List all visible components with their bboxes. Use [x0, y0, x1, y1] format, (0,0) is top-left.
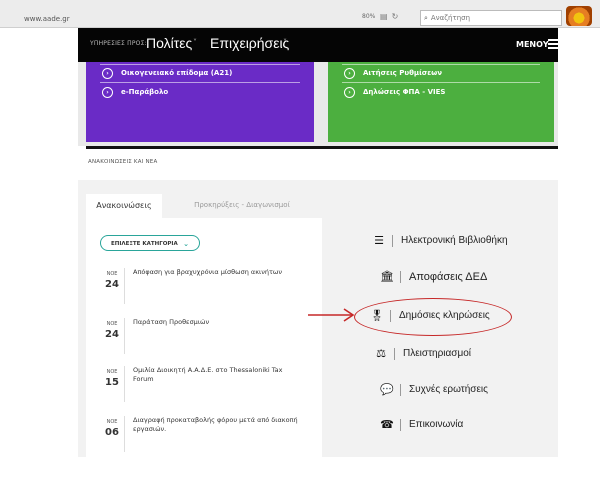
phone-icon: ☎	[380, 418, 394, 431]
browser-search-field[interactable]: ⌕ Αναζήτηση	[420, 10, 562, 26]
tab-announcements[interactable]: Ανακοινώσεις	[86, 194, 162, 218]
link-divider	[394, 347, 395, 360]
arrow-right-icon	[308, 308, 355, 322]
date-separator	[124, 318, 125, 354]
date-badge: ΝΟΕ 24	[100, 268, 124, 304]
date-month: ΝΟΕ	[106, 369, 118, 375]
address-bar[interactable]: www.aade.gr	[22, 13, 352, 25]
hamburger-menu-icon[interactable]	[548, 39, 558, 49]
highlight-ellipse	[354, 298, 512, 336]
date-month: ΝΟΕ	[106, 321, 118, 327]
toolbar-icons: ▤↻	[380, 12, 402, 21]
section-divider	[86, 146, 558, 149]
category-button-label: ΕΠΙΛΕΞΤΕ ΚΑΤΗΓΟΡΙΑ	[111, 241, 178, 247]
date-day: 15	[105, 377, 119, 388]
tile-link-label: e-Παράβολο	[121, 88, 169, 96]
chevron-right-icon: ›	[344, 67, 355, 79]
business-services-tile: › Αιτήσεις Ρυθμίσεων › Δηλώσεις ΦΠΑ - VI…	[328, 62, 554, 142]
quick-link-e-library[interactable]: ☰ Ηλεκτρονική Βιβλιοθήκη	[372, 234, 508, 247]
date-separator	[124, 268, 125, 304]
date-badge: ΝΟΕ 24	[100, 318, 124, 354]
reader-icon[interactable]: ▤	[380, 12, 392, 21]
tab-tenders[interactable]: Προκηρύξεις - Διαγωνισμοί	[164, 194, 320, 216]
address-url: www.aade.gr	[24, 15, 70, 23]
chevron-right-icon: ›	[102, 86, 113, 98]
quick-link-ded-decisions[interactable]: 🏛 Αποφάσεις ΔΕΔ	[380, 270, 487, 283]
date-separator	[124, 366, 125, 402]
list-item[interactable]: ΝΟΕ 24 Απόφαση για βραχυχρόνια μίσθωση α…	[100, 268, 300, 304]
gavel-icon: ⚖	[376, 347, 386, 360]
reload-icon[interactable]: ↻	[392, 12, 403, 21]
nav-business[interactable]: Επιχειρήσεις	[210, 35, 289, 51]
link-divider	[400, 270, 401, 283]
chevron-down-icon[interactable]: ˅	[193, 38, 197, 47]
quick-link-label: Ηλεκτρονική Βιβλιοθήκη	[401, 235, 508, 246]
select-category-button[interactable]: ΕΠΙΛΕΞΤΕ ΚΑΤΗΓΟΡΙΑ ⌄	[100, 235, 200, 251]
quick-link-label: Συχνές ερωτήσεις	[409, 384, 488, 395]
date-day: 24	[105, 279, 119, 290]
announcement-title[interactable]: Διαγραφή προκαταβολής φόρου μετά από δια…	[133, 416, 303, 434]
date-separator	[124, 416, 125, 452]
quick-link-contact[interactable]: ☎ Επικοινωνία	[380, 418, 463, 431]
date-month: ΝΟΕ	[106, 419, 118, 425]
announcement-title[interactable]: Παράταση Προθεσμιών	[133, 318, 303, 327]
browser-extension-icon[interactable]	[566, 6, 592, 26]
menu-label[interactable]: ΜΕΝΟΥ	[516, 40, 549, 49]
tile-link-vat-vies[interactable]: › Δηλώσεις ΦΠΑ - VIES	[344, 84, 445, 100]
tile-link-label: Αιτήσεις Ρυθμίσεων	[363, 69, 443, 77]
chat-icon: 💬	[380, 383, 394, 396]
nav-citizens[interactable]: Πολίτες	[146, 35, 192, 51]
bank-icon: 🏛	[380, 270, 394, 283]
date-day: 24	[105, 329, 119, 340]
tile-link-e-paravolo[interactable]: › e-Παράβολο	[102, 84, 168, 100]
search-placeholder: Αναζήτηση	[430, 14, 471, 22]
chevron-down-icon: ⌄	[183, 240, 189, 248]
services-label: ΥΠΗΡΕΣΙΕΣ ΠΡΟΣ:	[90, 40, 147, 47]
date-day: 06	[105, 427, 119, 438]
quick-link-label: Πλειστηριασμοί	[403, 348, 471, 359]
list-item[interactable]: ΝΟΕ 15 Ομιλία Διοικητή Α.Α.Δ.Ε. στο Thes…	[100, 366, 300, 402]
tile-link-label: Οικογενειακό επίδομα (Α21)	[121, 69, 233, 77]
date-month: ΝΟΕ	[106, 271, 118, 277]
quick-link-auctions[interactable]: ⚖ Πλειστηριασμοί	[374, 347, 471, 360]
list-item[interactable]: ΝΟΕ 06 Διαγραφή προκαταβολής φόρου μετά …	[100, 416, 300, 452]
tile-link-label: Δηλώσεις ΦΠΑ - VIES	[363, 88, 446, 96]
date-badge: ΝΟΕ 15	[100, 366, 124, 402]
books-icon: ☰	[374, 234, 384, 247]
tile-divider	[100, 82, 300, 83]
quick-link-faq[interactable]: 💬 Συχνές ερωτήσεις	[380, 383, 488, 396]
date-badge: ΝΟΕ 06	[100, 416, 124, 452]
announcement-title[interactable]: Ομιλία Διοικητή Α.Α.Δ.Ε. στο Thessalonik…	[133, 366, 303, 384]
link-divider	[392, 234, 393, 247]
tile-link-family-allowance[interactable]: › Οικογενειακό επίδομα (Α21)	[102, 65, 232, 81]
tile-divider	[342, 82, 540, 83]
link-divider	[400, 383, 401, 396]
quick-link-label: Επικοινωνία	[409, 419, 464, 430]
announcement-title[interactable]: Απόφαση για βραχυχρόνια μίσθωση ακινήτων	[133, 268, 303, 277]
chevron-down-icon[interactable]: ˅	[283, 38, 287, 47]
chevron-right-icon: ›	[102, 67, 113, 79]
list-item[interactable]: ΝΟΕ 24 Παράταση Προθεσμιών	[100, 318, 300, 354]
tile-link-settlement-requests[interactable]: › Αιτήσεις Ρυθμίσεων	[344, 65, 442, 81]
search-icon: ⌕	[424, 14, 428, 22]
quick-link-label: Αποφάσεις ΔΕΔ	[409, 270, 488, 283]
zoom-level[interactable]: 80%	[362, 13, 375, 20]
link-divider	[400, 418, 401, 431]
chevron-right-icon: ›	[344, 86, 355, 98]
news-section-heading: ΑΝΑΚΟΙΝΩΣΕΙΣ ΚΑΙ ΝΕΑ	[88, 159, 158, 165]
citizen-services-tile: › Οικογενειακό επίδομα (Α21) › e-Παράβολ…	[86, 62, 314, 142]
